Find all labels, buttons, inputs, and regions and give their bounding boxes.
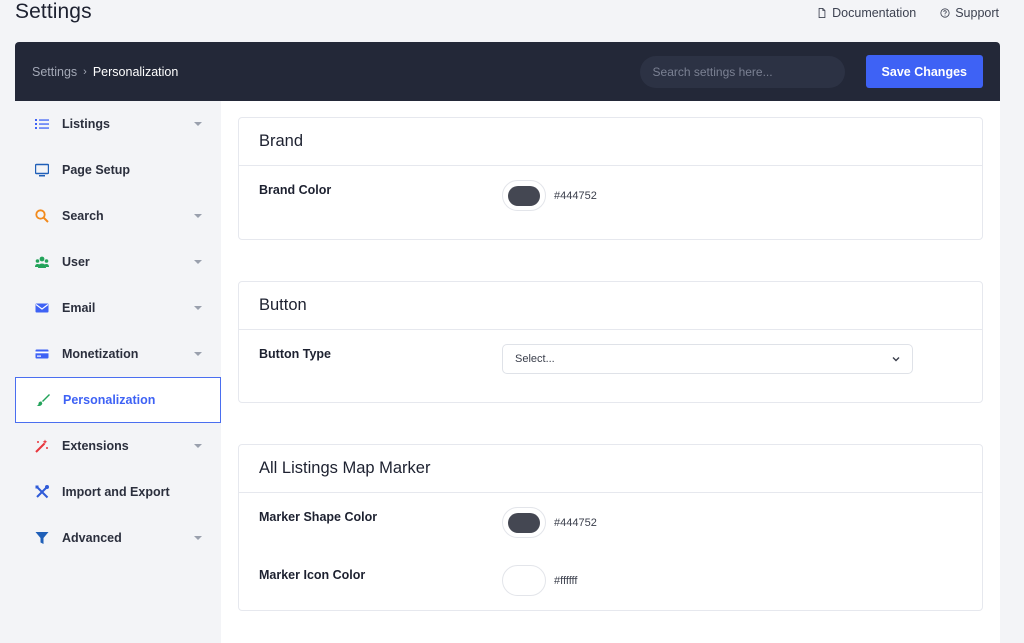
page-title: Settings [15,0,92,23]
sidebar-item-label: Page Setup [62,163,131,177]
sidebar-item-label: Listings [62,117,110,131]
caret-down-icon [194,444,202,448]
breadcrumb-current: Personalization [92,64,179,79]
sidebar-item-label: Search [62,209,104,223]
brand-color-picker[interactable] [502,180,546,211]
settings-content: Brand Brand Color #444752 Button Button … [221,101,1000,643]
marker-icon-color-label: Marker Icon Color [259,568,366,582]
breadcrumb: Settings › Personalization [32,65,178,79]
card-icon [35,347,49,361]
caret-down-icon [194,352,202,356]
envelope-icon [35,301,49,315]
sidebar-item-label: Personalization [63,393,156,407]
magic-wand-icon [35,439,49,453]
button-type-value: Select... [515,353,555,365]
marker-shape-color-value: #444752 [554,516,597,529]
breadcrumb-root[interactable]: Settings [32,65,77,79]
marker-icon-color-picker[interactable] [502,565,546,596]
search-icon [35,209,49,223]
sidebar-item-listings[interactable]: Listings [15,101,221,147]
sidebar-item-advanced[interactable]: Advanced [15,515,221,561]
section-title: All Listings Map Marker [239,445,982,493]
marker-shape-color-label: Marker Shape Color [259,510,378,524]
brand-section: Brand Brand Color #444752 [238,117,983,240]
sidebar-item-user[interactable]: User [15,239,221,285]
marker-shape-color-picker[interactable] [502,507,546,538]
caret-down-icon [194,306,202,310]
sidebar: Listings Page Setup Search User Email Mo… [15,101,221,643]
list-icon [35,117,49,131]
sidebar-item-label: Import and Export [62,485,170,499]
breadcrumb-chevron-icon: › [83,65,87,78]
section-title: Button [239,282,982,330]
sidebar-item-label: Advanced [62,531,122,545]
marker-icon-color-value: #ffffff [554,574,578,587]
document-icon [818,8,826,18]
button-type-label: Button Type [259,347,331,361]
sidebar-item-extensions[interactable]: Extensions [15,423,221,469]
caret-down-icon [194,122,202,126]
sidebar-item-personalization[interactable]: Personalization [15,377,221,423]
search-input[interactable] [639,55,845,88]
sidebar-item-email[interactable]: Email [15,285,221,331]
sidebar-item-label: Monetization [62,347,139,361]
section-title: Brand [239,118,982,166]
top-links: Documentation Support [817,6,999,20]
users-icon [35,255,49,269]
caret-down-icon [194,536,202,540]
caret-down-icon [194,260,202,264]
map-marker-section: All Listings Map Marker Marker Shape Col… [238,444,983,611]
settings-panel: Settings › Personalization Save Changes … [15,42,1000,643]
sidebar-item-label: Extensions [62,439,129,453]
color-swatch [508,185,540,206]
chevron-down-icon [892,357,900,362]
support-link[interactable]: Support [940,6,999,20]
sidebar-item-label: Email [62,301,96,315]
brush-icon [36,393,50,407]
brand-color-label: Brand Color [259,183,332,197]
button-type-select[interactable]: Select... [502,344,913,374]
brand-color-value: #444752 [554,189,597,202]
sidebar-item-import-export[interactable]: Import and Export [15,469,221,515]
button-section: Button Button Type Select... [238,281,983,403]
tools-icon [35,485,49,499]
documentation-link[interactable]: Documentation [817,6,916,20]
save-changes-button[interactable]: Save Changes [865,55,983,88]
caret-down-icon [194,214,202,218]
documentation-label: Documentation [832,6,917,20]
header-bar: Settings › Personalization Save Changes [15,42,1000,101]
sidebar-item-search[interactable]: Search [15,193,221,239]
sidebar-item-page-setup[interactable]: Page Setup [15,147,221,193]
sidebar-item-label: User [62,255,90,269]
color-swatch [508,570,540,591]
monitor-icon [35,163,49,177]
help-circle-icon [940,8,950,18]
filter-icon [35,531,49,545]
support-label: Support [955,6,999,20]
color-swatch [508,512,540,533]
sidebar-item-monetization[interactable]: Monetization [15,331,221,377]
